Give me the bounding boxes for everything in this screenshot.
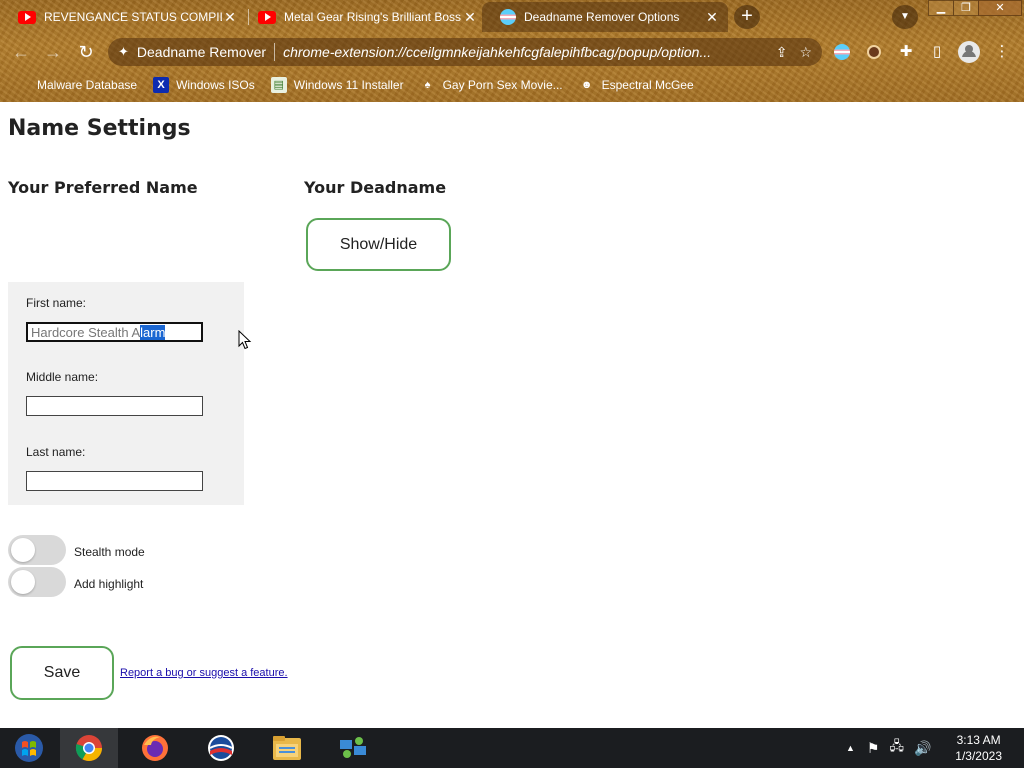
bookmark-gay-porn-sex-movie[interactable]: ♠ Gay Porn Sex Movie... xyxy=(420,77,563,93)
chrome-icon xyxy=(75,735,103,762)
bookmark-label: Espectral McGee xyxy=(601,78,694,92)
bookmark-label: Windows ISOs xyxy=(176,78,255,92)
bookmark-label: Malware Database xyxy=(37,78,138,92)
action-center-flag-icon[interactable]: ⚑ xyxy=(867,740,880,757)
restore-button[interactable]: ❐ xyxy=(953,0,979,16)
windows-start-icon xyxy=(15,734,43,762)
tab-strip: REVENGANCE STATUS COMPIL ✕ Metal Gear Ri… xyxy=(0,0,1024,34)
show-hide-button[interactable]: Show/Hide xyxy=(306,218,451,271)
youtube-icon xyxy=(18,10,36,24)
preferred-name-heading: Your Preferred Name xyxy=(8,178,198,197)
tab-title: Deadname Remover Options xyxy=(524,10,680,24)
toggle-knob xyxy=(11,570,35,594)
stealth-mode-toggle[interactable] xyxy=(8,535,66,565)
browser-chrome: REVENGANCE STATUS COMPIL ✕ Metal Gear Ri… xyxy=(0,0,1024,102)
extension-icon: ✦ xyxy=(118,44,129,59)
document-icon: ▤ xyxy=(270,77,287,93)
system-tray: ▲ ⚑ 🖧 🔊 xyxy=(846,728,931,768)
tab-search-button[interactable]: ▼ xyxy=(892,5,918,29)
bookmark-windows-isos[interactable]: X Windows ISOs xyxy=(153,77,255,93)
first-name-field[interactable]: Hardcore Stealth Alarm xyxy=(26,322,203,342)
back-button[interactable]: ← xyxy=(9,40,33,64)
stealth-mode-label: Stealth mode xyxy=(74,545,145,559)
first-name-text: Hardcore Stealth A xyxy=(31,325,141,340)
preferred-name-panel: First name: Hardcore Stealth Alarm Middl… xyxy=(8,282,244,505)
bookmarks-bar: Malware Database X Windows ISOs ▤ Window… xyxy=(0,72,1024,98)
bookmark-malware-database[interactable]: Malware Database xyxy=(14,77,137,93)
address-site-name: Deadname Remover xyxy=(136,44,267,60)
spade-icon: ♠ xyxy=(424,79,431,91)
save-button[interactable]: Save xyxy=(10,646,114,700)
trans-flag-icon xyxy=(500,9,516,25)
new-tab-button[interactable]: + xyxy=(734,5,760,29)
toolbar: ← → ↻ ✦ Deadname Remover chrome-extensio… xyxy=(0,36,1024,68)
political-logo-icon xyxy=(208,735,234,761)
first-name-selection: larm xyxy=(140,325,166,340)
profile-avatar-icon[interactable] xyxy=(958,41,980,63)
toggle-knob xyxy=(11,538,35,562)
report-bug-link[interactable]: Report a bug or suggest a feature. xyxy=(120,667,288,679)
taskbar-opera-browser[interactable] xyxy=(192,728,250,768)
minimize-button[interactable]: ▁ xyxy=(928,0,954,16)
middle-name-field[interactable] xyxy=(26,396,203,416)
tab-revengance[interactable]: REVENGANCE STATUS COMPIL ✕ xyxy=(0,2,246,32)
address-url: chrome-extension://cceilgmnkeijahkehfcgf… xyxy=(283,44,712,60)
address-divider xyxy=(274,43,276,61)
windows-taskbar: ▲ ⚑ 🖧 🔊 3:13 AM 1/3/2023 xyxy=(0,728,1024,768)
close-icon[interactable]: ✕ xyxy=(704,9,720,26)
taskbar-firefox[interactable] xyxy=(126,728,184,768)
add-highlight-toggle[interactable] xyxy=(8,567,66,597)
close-icon[interactable]: ✕ xyxy=(222,9,238,26)
reload-button[interactable]: ↻ xyxy=(74,40,98,64)
extensions-puzzle-icon[interactable]: ✚ xyxy=(894,40,918,64)
deadname-heading: Your Deadname xyxy=(304,178,447,197)
close-icon[interactable]: ✕ xyxy=(462,9,478,26)
youtube-icon xyxy=(258,10,276,24)
first-name-label: First name: xyxy=(26,296,87,310)
character-icon: ☻ xyxy=(580,79,593,91)
last-name-label: Last name: xyxy=(26,445,86,459)
taskbar-chrome[interactable] xyxy=(60,728,118,768)
address-bar[interactable]: ✦ Deadname Remover chrome-extension://cc… xyxy=(108,38,822,66)
network-users-icon xyxy=(340,737,366,758)
menu-kebab-icon[interactable]: ⋮ xyxy=(990,40,1014,64)
mouse-pointer-icon xyxy=(238,330,252,350)
tray-expand-icon[interactable]: ▲ xyxy=(846,743,855,753)
share-icon[interactable]: ⇪ xyxy=(776,44,788,61)
page-title: Name Settings xyxy=(8,116,191,141)
globe-icon xyxy=(14,77,30,93)
page-content: Name Settings Your Preferred Name Your D… xyxy=(0,102,1024,728)
last-name-field[interactable] xyxy=(26,471,203,491)
start-button[interactable] xyxy=(0,728,58,768)
clock-time: 3:13 AM xyxy=(956,733,1001,747)
bookmark-espectral-mcgee[interactable]: ☻ Espectral McGee xyxy=(579,77,694,93)
firefox-icon xyxy=(142,735,168,761)
bookmark-windows-11-installer[interactable]: ▤ Windows 11 Installer xyxy=(270,77,404,93)
tab-deadname-remover[interactable]: Deadname Remover Options ✕ xyxy=(482,2,728,32)
bookmark-label: Gay Porn Sex Movie... xyxy=(442,78,563,92)
trans-flag-extension-icon[interactable] xyxy=(830,40,854,64)
volume-icon[interactable]: 🔊 xyxy=(914,740,931,757)
side-panel-icon[interactable]: ▯ xyxy=(925,40,949,64)
window-close-button[interactable]: ✕ xyxy=(978,0,1022,16)
taskbar-file-explorer[interactable] xyxy=(258,728,316,768)
taskbar-network-app[interactable] xyxy=(324,728,382,768)
tab-title: Metal Gear Rising's Brilliant Boss xyxy=(284,10,462,24)
x-logo-icon: X xyxy=(153,77,170,93)
bookmark-star-icon[interactable]: ☆ xyxy=(799,44,812,61)
taskbar-clock[interactable]: 3:13 AM 1/3/2023 xyxy=(955,732,1002,764)
middle-name-label: Middle name: xyxy=(26,370,99,384)
profile-extension-icon[interactable] xyxy=(862,40,886,64)
clock-date: 1/3/2023 xyxy=(955,749,1002,763)
folder-icon xyxy=(273,736,301,760)
tab-title: REVENGANCE STATUS COMPIL xyxy=(44,10,222,24)
tab-metal-gear[interactable]: Metal Gear Rising's Brilliant Boss ✕ xyxy=(240,2,486,32)
add-highlight-label: Add highlight xyxy=(74,577,144,591)
bookmark-label: Windows 11 Installer xyxy=(293,78,404,92)
forward-button[interactable]: → xyxy=(41,40,65,64)
network-icon[interactable]: 🖧 xyxy=(889,737,904,759)
